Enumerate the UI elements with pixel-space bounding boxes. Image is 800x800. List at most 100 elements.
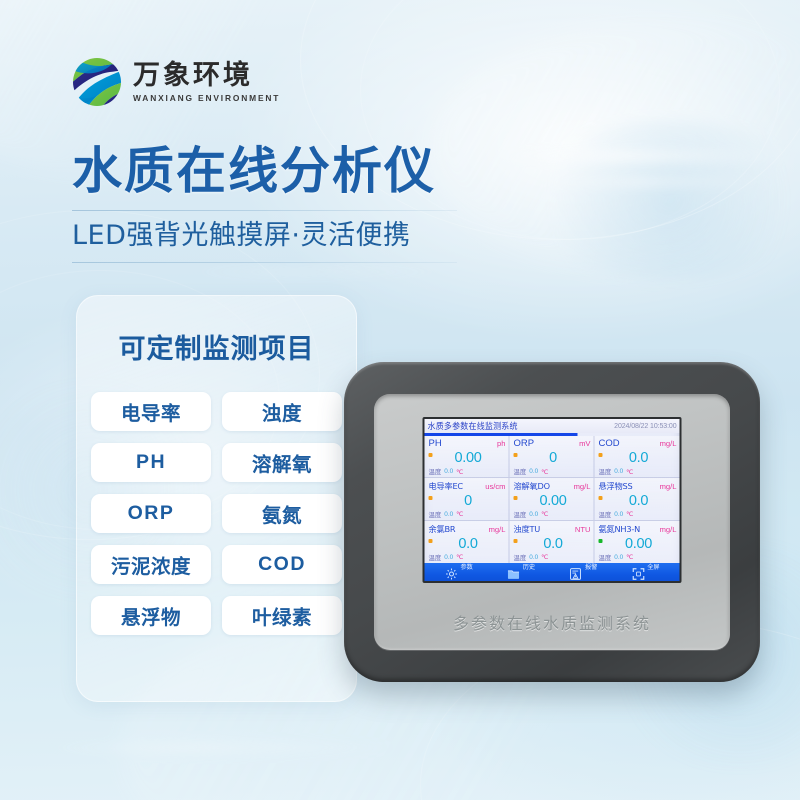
cell-parameter-name: ORP — [513, 438, 535, 449]
cell-temperature: 温度 0.0 ℃ — [514, 467, 591, 477]
measurement-cell[interactable]: 悬浮物SS mg/L 0.0 温度 0.0 ℃ — [594, 478, 680, 521]
param-tag[interactable]: 浊度 — [222, 392, 342, 431]
measurement-grid: PH ph 0.00 温度 0.0 ℃ ORP mV 0 温度 0.0 ℃ COD mg/L 0.0 温度 0.… — [424, 436, 680, 563]
status-indicator-orange — [428, 538, 433, 543]
cell-reading: 0.00 — [513, 493, 591, 510]
measurement-cell[interactable]: 溶解氧DO mg/L 0.00 温度 0.0 ℃ — [509, 478, 595, 521]
cell-temperature: 温度 0.0 ℃ — [514, 553, 591, 563]
param-tag[interactable]: 电导率 — [91, 392, 211, 431]
folder-icon — [507, 567, 521, 581]
param-tag[interactable]: COD — [222, 545, 342, 584]
cell-value: 0 — [549, 450, 557, 467]
temperature-unit: ℃ — [626, 468, 634, 476]
temperature-value: 0.0 — [444, 553, 454, 561]
cell-parameter-name: 余氯BR — [428, 523, 456, 534]
cell-temperature: 温度 0.0 ℃ — [514, 510, 591, 520]
temperature-value: 0.0 — [614, 468, 624, 476]
temperature-value: 0.0 — [529, 553, 539, 561]
cell-reading: 0.0 — [598, 493, 677, 510]
status-indicator-green — [598, 538, 603, 543]
cell-header: 电导率EC us/cm — [429, 480, 506, 492]
cell-unit: ph — [497, 439, 506, 448]
temperature-unit: ℃ — [626, 511, 634, 519]
status-indicator-orange — [598, 453, 603, 457]
measurement-cell[interactable]: 电导率EC us/cm 0 温度 0.0 ℃ — [424, 478, 510, 521]
cell-header: COD mg/L — [599, 438, 677, 449]
temperature-label: 温度 — [598, 553, 612, 562]
device-caption: 多参数在线水质监测系统 — [452, 614, 651, 633]
param-tag[interactable]: ORP — [91, 494, 211, 533]
measurement-cell[interactable]: ORP mV 0 温度 0.0 ℃ — [509, 436, 595, 479]
cell-value: 0 — [464, 493, 472, 510]
lcd-header-title: 水质多参数在线监测系统 — [427, 421, 518, 431]
cell-unit: mg/L — [659, 524, 677, 534]
temperature-value: 0.0 — [529, 510, 539, 518]
cell-unit: mg/L — [488, 524, 506, 534]
cell-reading: 0.0 — [598, 450, 677, 467]
cell-unit: mg/L — [573, 482, 591, 492]
temperature-value: 0.0 — [529, 468, 539, 476]
temperature-unit: ℃ — [541, 554, 549, 562]
swirl-globe-logo-icon — [73, 58, 121, 106]
cell-reading: 0.0 — [428, 536, 506, 553]
cell-value: 0.00 — [624, 536, 653, 553]
temperature-unit: ℃ — [456, 554, 464, 562]
device-bezel: 水质多参数在线监测系统 2024/08/22 10:53:00 PH ph 0.00… — [374, 394, 730, 650]
measurement-cell[interactable]: PH ph 0.00 温度 0.0 ℃ — [424, 436, 510, 479]
cell-unit: mg/L — [659, 439, 677, 448]
param-tag[interactable]: 溶解氧 — [222, 443, 342, 482]
headline-divider-bottom — [72, 262, 457, 264]
param-tag[interactable]: PH — [91, 443, 211, 482]
param-tag[interactable]: 污泥浓度 — [91, 545, 211, 584]
cell-parameter-name: 悬浮物SS — [598, 481, 633, 492]
temperature-unit: ℃ — [456, 511, 464, 519]
measurement-cell[interactable]: 余氯BR mg/L 0.0 温度 0.0 ℃ — [424, 520, 510, 563]
cell-temperature: 温度 0.0 ℃ — [429, 510, 506, 520]
cell-value: 0.00 — [454, 450, 482, 467]
page-title: 水质在线分析仪 — [72, 142, 436, 200]
cell-reading: 0.00 — [428, 450, 506, 467]
temperature-label: 温度 — [513, 510, 527, 519]
cell-value: 0.00 — [539, 493, 567, 510]
alarm-doc-icon — [569, 567, 583, 581]
param-tag[interactable]: 叶绿素 — [222, 596, 342, 635]
status-indicator-orange — [513, 453, 518, 457]
temperature-value: 0.0 — [614, 553, 624, 561]
cell-header: PH ph — [429, 438, 506, 449]
cell-value: 0.0 — [543, 536, 563, 553]
temperature-unit: ℃ — [541, 468, 549, 476]
cell-header: ORP mV — [514, 438, 591, 449]
measurement-cell[interactable]: COD mg/L 0.0 温度 0.0 ℃ — [594, 436, 680, 479]
status-indicator-orange — [598, 496, 603, 501]
cell-temperature: 温度 0.0 ℃ — [429, 467, 506, 477]
cell-header: 溶解氧DO mg/L — [514, 480, 591, 492]
measurement-cell[interactable]: 氨氮NH3-N mg/L 0.00 温度 0.0 ℃ — [594, 520, 680, 563]
param-tag[interactable]: 氨氮 — [222, 494, 342, 533]
cell-unit: mg/L — [659, 482, 677, 492]
analyzer-device: 水质多参数在线监测系统 2024/08/22 10:53:00 PH ph 0.00… — [344, 362, 760, 682]
lcd-toolbar: 参数设置历史记录报警记录全屏显示 — [424, 563, 680, 581]
lcd-timestamp: 2024/08/22 10:53:00 — [614, 422, 677, 430]
lcd-header: 水质多参数在线监测系统 2024/08/22 10:53:00 — [424, 419, 680, 433]
temperature-value: 0.0 — [444, 468, 454, 476]
cell-parameter-name: 电导率EC — [428, 481, 464, 492]
cell-parameter-name: 氨氮NH3-N — [598, 523, 641, 534]
param-tag[interactable]: 悬浮物 — [91, 596, 211, 635]
cell-value: 0.0 — [628, 493, 649, 510]
cell-unit: us/cm — [485, 482, 506, 492]
gear-icon — [444, 567, 458, 581]
temperature-unit: ℃ — [541, 511, 549, 519]
brand-text: 万象环境 WANXIANG ENVIRONMENT — [133, 61, 280, 103]
param-tag-grid: 电导率 浊度 PH 溶解氧 ORP 氨氮 污泥浓度 COD 悬浮物 叶绿素 — [91, 392, 342, 635]
cell-value: 0.0 — [628, 450, 649, 467]
cell-temperature: 温度 0.0 ℃ — [599, 553, 677, 563]
temperature-unit: ℃ — [626, 554, 634, 562]
cell-temperature: 温度 0.0 ℃ — [599, 510, 677, 520]
status-indicator-orange — [513, 496, 518, 501]
brand-name-cn: 万象环境 — [133, 59, 253, 91]
status-indicator-orange — [428, 496, 433, 501]
fullscreen-icon — [631, 567, 645, 581]
lcd-screen[interactable]: 水质多参数在线监测系统 2024/08/22 10:53:00 PH ph 0.00… — [422, 417, 682, 583]
measurement-cell[interactable]: 浊度TU NTU 0.0 温度 0.0 ℃ — [509, 520, 595, 563]
brand-name-en: WANXIANG ENVIRONMENT — [133, 93, 281, 104]
